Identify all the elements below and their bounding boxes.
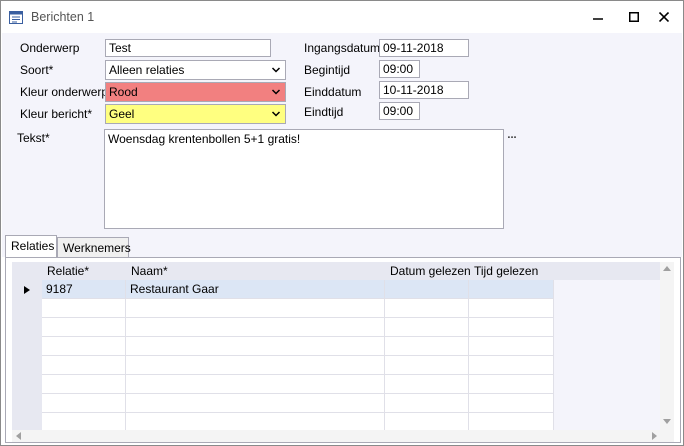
grid-header: Relatie* Naam* Datum gelezen Tijd geleze… bbox=[12, 262, 674, 280]
grid-empty-area bbox=[554, 280, 660, 430]
empty-cell bbox=[126, 337, 385, 356]
empty-cell bbox=[126, 356, 385, 375]
chevron-down-icon bbox=[271, 89, 281, 95]
empty-cell bbox=[385, 375, 469, 394]
empty-cell bbox=[42, 318, 126, 337]
empty-cell bbox=[385, 318, 469, 337]
relaties-panel: Relatie* Naam* Datum gelezen Tijd geleze… bbox=[5, 257, 681, 443]
empty-cell bbox=[469, 413, 554, 430]
soort-select[interactable]: Alleen relaties bbox=[105, 60, 286, 80]
empty-cell bbox=[469, 375, 554, 394]
scroll-down-icon[interactable] bbox=[663, 419, 671, 424]
ingangsdatum-label: Ingangsdatum* bbox=[304, 41, 385, 55]
empty-cell bbox=[385, 394, 469, 413]
empty-cell bbox=[126, 375, 385, 394]
chevron-down-icon bbox=[271, 111, 281, 117]
window-title: Berichten 1 bbox=[31, 10, 95, 24]
app-icon bbox=[9, 11, 23, 24]
empty-row bbox=[42, 356, 554, 375]
table-row[interactable]: 9187 Restaurant Gaar bbox=[42, 280, 554, 299]
empty-cell bbox=[469, 356, 554, 375]
current-row-arrow-icon bbox=[24, 286, 30, 294]
soort-label: Soort* bbox=[20, 63, 54, 77]
column-header-datum-gelezen[interactable]: Datum gelezen bbox=[390, 264, 471, 278]
empty-cell bbox=[42, 299, 126, 318]
cell-relatie[interactable]: 9187 bbox=[42, 280, 126, 299]
tab-werknemers[interactable]: Werknemers bbox=[57, 237, 131, 257]
ingangsdatum-input[interactable]: 09-11-2018 bbox=[379, 39, 469, 57]
empty-row bbox=[42, 337, 554, 356]
empty-cell bbox=[42, 394, 126, 413]
kleur-bericht-label: Kleur bericht* bbox=[20, 107, 93, 121]
minimize-button[interactable] bbox=[581, 1, 615, 33]
einddatum-input[interactable]: 10-11-2018 bbox=[379, 81, 469, 99]
begintijd-label: Begintijd bbox=[304, 63, 351, 77]
cell-tijd-gelezen[interactable] bbox=[469, 280, 554, 299]
scroll-right-icon[interactable] bbox=[652, 432, 657, 440]
column-header-naam[interactable]: Naam* bbox=[131, 264, 168, 278]
scroll-up-icon[interactable] bbox=[663, 266, 671, 271]
empty-cell bbox=[42, 356, 126, 375]
kleur-onderwerp-value: Rood bbox=[109, 85, 138, 99]
column-header-relatie[interactable]: Relatie* bbox=[47, 264, 89, 278]
close-button[interactable] bbox=[647, 1, 681, 33]
einddatum-label: Einddatum bbox=[304, 85, 362, 99]
empty-cell bbox=[126, 394, 385, 413]
empty-cell bbox=[42, 337, 126, 356]
relaties-grid: Relatie* Naam* Datum gelezen Tijd geleze… bbox=[12, 262, 674, 430]
empty-row bbox=[42, 299, 554, 318]
chevron-down-icon bbox=[271, 67, 281, 73]
empty-row bbox=[42, 394, 554, 413]
maximize-button[interactable] bbox=[617, 1, 651, 33]
eindtijd-input[interactable]: 09:00 bbox=[379, 102, 420, 120]
empty-cell bbox=[385, 356, 469, 375]
empty-row bbox=[42, 318, 554, 337]
empty-cell bbox=[469, 394, 554, 413]
empty-cell bbox=[126, 413, 385, 430]
empty-cell bbox=[469, 299, 554, 318]
empty-cell bbox=[469, 318, 554, 337]
empty-cell bbox=[126, 299, 385, 318]
empty-cell bbox=[126, 318, 385, 337]
kleur-bericht-value: Geel bbox=[109, 107, 135, 121]
cell-datum-gelezen[interactable] bbox=[385, 280, 469, 299]
begintijd-input[interactable]: 09:00 bbox=[379, 60, 420, 78]
empty-cell bbox=[385, 337, 469, 356]
maximize-icon bbox=[629, 12, 639, 22]
eindtijd-label: Eindtijd bbox=[304, 105, 344, 119]
horizontal-scrollbar[interactable] bbox=[12, 430, 674, 442]
empty-cell bbox=[42, 413, 126, 430]
empty-cell bbox=[385, 299, 469, 318]
tekst-textarea[interactable]: Woensdag krentenbollen 5+1 gratis! bbox=[104, 129, 504, 229]
tab-relaties[interactable]: Relaties bbox=[5, 235, 57, 257]
soort-value: Alleen relaties bbox=[109, 63, 185, 77]
minimize-icon bbox=[593, 18, 603, 20]
cell-naam[interactable]: Restaurant Gaar bbox=[126, 280, 385, 299]
title-bar: Berichten 1 bbox=[1, 1, 683, 33]
scroll-left-icon[interactable] bbox=[16, 432, 21, 440]
empty-cell bbox=[469, 337, 554, 356]
onderwerp-input[interactable]: Test bbox=[105, 39, 271, 57]
vertical-scrollbar[interactable] bbox=[660, 262, 674, 430]
kleur-bericht-select[interactable]: Geel bbox=[105, 104, 286, 124]
tekst-expand-button[interactable]: ... bbox=[504, 130, 520, 145]
empty-row bbox=[42, 375, 554, 394]
column-header-tijd-gelezen[interactable]: Tijd gelezen bbox=[474, 264, 538, 278]
empty-cell bbox=[42, 375, 126, 394]
row-indicator-column bbox=[12, 280, 42, 430]
kleur-onderwerp-select[interactable]: Rood bbox=[105, 82, 286, 102]
tekst-label: Tekst* bbox=[17, 131, 50, 145]
tab-strip: Relaties Werknemers bbox=[2, 235, 682, 257]
empty-cell bbox=[385, 413, 469, 430]
onderwerp-label: Onderwerp bbox=[20, 41, 80, 55]
empty-row bbox=[42, 413, 554, 430]
berichten-window: Berichten 1 Onderwerp Soort* Kleur onder… bbox=[0, 0, 684, 446]
kleur-onderwerp-label: Kleur onderwerp* bbox=[20, 85, 113, 99]
close-icon bbox=[659, 12, 669, 22]
